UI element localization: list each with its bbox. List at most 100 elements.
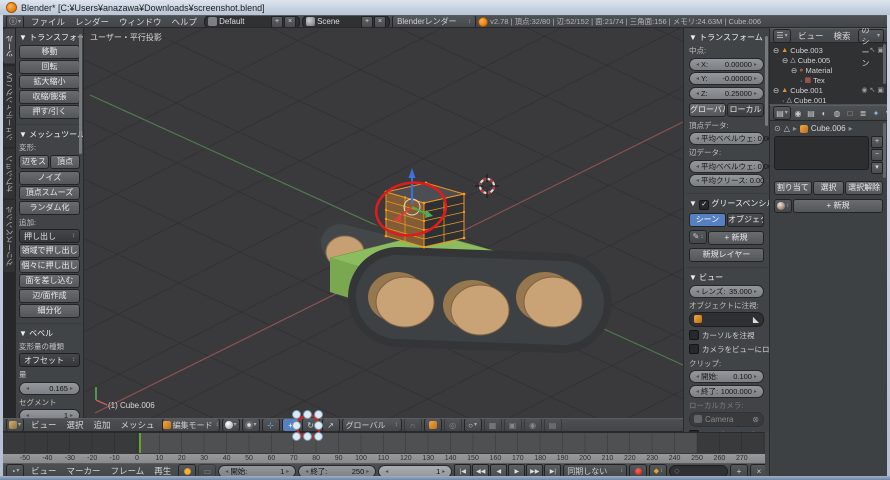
mode-select[interactable]: 編集モード ↕ (162, 418, 220, 432)
window-titlebar[interactable]: Blender* [C:¥Users¥anazawa¥Downloads¥scr… (0, 0, 890, 15)
gp-new-button[interactable]: + 新規 (708, 231, 764, 245)
restrict-camera-icon[interactable]: ▣ (877, 86, 884, 94)
outliner-item-label[interactable]: Cube.005 (798, 56, 831, 65)
properties-tab-scene[interactable]: ◐ (818, 107, 830, 119)
collapse-icon[interactable]: ⊖ (773, 86, 779, 95)
slot-remove-button[interactable]: − (871, 149, 883, 161)
leaf-dot-icon[interactable]: · (800, 76, 803, 85)
bevel-field-0[interactable]: ◂0.165▸ (19, 382, 80, 395)
scene-browse-icon[interactable] (306, 17, 315, 26)
preview-range-icon[interactable] (178, 464, 196, 476)
panel-title[interactable]: ▼ ✓ グリースペンシルレイ (689, 198, 764, 210)
n-panel-scrollbar[interactable] (765, 36, 768, 126)
transform-tool-4[interactable]: 押す/引く (19, 105, 80, 119)
prev-keyframe-icon[interactable]: ◀◀ (472, 464, 489, 476)
viewport-menu-3[interactable]: メッシュ (116, 419, 160, 431)
manipulator-toggle-icon[interactable]: ⊹ (262, 418, 280, 432)
opengl-render-anim-icon[interactable]: ▤ (544, 418, 562, 432)
snap-element-icon[interactable] (424, 418, 442, 432)
outliner-filter-select[interactable]: 全てのシーン▾ (858, 29, 884, 43)
local-camera-field[interactable]: Camera ⊗ (689, 412, 764, 427)
turret-edit-mesh[interactable] (385, 182, 466, 249)
timeline-menu-1[interactable]: マーカー (62, 465, 106, 476)
properties-tab-object[interactable]: □ (844, 107, 856, 119)
auto-keyframe-record-icon[interactable] (629, 464, 647, 476)
keying-set-browse-icon[interactable]: ◆↕ (649, 464, 667, 476)
outliner-scrollbar[interactable] (883, 44, 886, 84)
cursor-3d-widget[interactable] (475, 174, 499, 198)
gp-scene-tab[interactable]: シーン (689, 213, 726, 227)
add-tool-4[interactable]: 細分化 (19, 304, 80, 318)
outliner-item-label[interactable]: Material (806, 66, 833, 75)
extrude-menu-button[interactable]: 押し出し↕ (19, 229, 80, 243)
median-1[interactable]: ◂Y:-0.00000▸ (689, 72, 764, 85)
properties-tab-data[interactable]: ▽ (883, 107, 887, 119)
play-reverse-icon[interactable]: ◀ (490, 464, 507, 476)
next-keyframe-icon[interactable]: ▶▶ (526, 464, 543, 476)
panel-title[interactable]: ▼ メッシュツール (19, 129, 80, 140)
edge-data-1[interactable]: ◂平均クリース:0.00▸ (689, 174, 764, 187)
frame-end-field[interactable]: ◂終了: 250▸ (298, 465, 376, 477)
space-global-button[interactable]: グローバル (689, 103, 726, 117)
editor-type-timeline-icon[interactable]: ◔▾ (6, 464, 24, 476)
properties-tab-modifiers[interactable]: ✦ (870, 107, 882, 119)
slot-add-button[interactable]: + (871, 136, 883, 148)
keying-set-field[interactable]: ◇ (669, 465, 728, 477)
tool-shelf-tab-1[interactable]: シェーディング / UV (3, 66, 16, 147)
panel-title[interactable]: ▼ ビュー (689, 272, 764, 283)
scene-delete-button[interactable]: × (374, 16, 386, 28)
select-mode-vertex-icon[interactable]: ▦ (484, 418, 502, 432)
median-2[interactable]: ◂Z:0.25000▸ (689, 87, 764, 100)
gizmo-z-arrow[interactable] (409, 168, 416, 178)
transform-tool-3[interactable]: 収縮/膨張 (19, 90, 80, 104)
collapse-icon[interactable]: ⊖ (782, 56, 788, 65)
scene-selector[interactable]: Scene + × (302, 15, 390, 28)
checkbox-box[interactable] (689, 344, 699, 354)
assign-button[interactable]: 割り当て (774, 181, 812, 195)
viewport-menu-0[interactable]: ビュー (26, 419, 62, 431)
restrict-eye-icon[interactable]: ◉ (861, 86, 867, 94)
select-button[interactable]: 選択 (813, 181, 845, 195)
transform-tool-2[interactable]: 拡大縮小 (19, 75, 80, 89)
layout-add-button[interactable]: + (271, 16, 283, 28)
width-type-select[interactable]: オフセット↕ (19, 353, 80, 367)
render-engine-select[interactable]: Blenderレンダー↕ (392, 15, 476, 28)
screen-layout-selector[interactable]: Default + × (204, 15, 300, 28)
layout-delete-button[interactable]: × (284, 16, 296, 28)
eyedropper-icon[interactable]: ◣ (753, 315, 759, 324)
editor-type-info-icon[interactable]: ⓘ▾ (6, 15, 24, 28)
collapse-icon[interactable]: ⊖ (773, 46, 779, 55)
vertex-slide-button[interactable]: 頂点 (50, 155, 80, 169)
manipulator-scale-icon[interactable]: ↗ (322, 418, 340, 432)
manipulator-translate-icon[interactable]: + (282, 418, 300, 432)
add-tool-1[interactable]: 個々に押し出し (19, 259, 80, 273)
leaf-dot-icon[interactable]: · (782, 96, 785, 105)
properties-tab-render-layers[interactable]: ▤ (805, 107, 817, 119)
panel-title[interactable]: ▼ ベベル (19, 328, 80, 339)
material-slot-list[interactable] (774, 136, 869, 170)
outliner-menu-0[interactable]: ビュー (793, 30, 829, 42)
outliner-item-label[interactable]: Cube.001 (794, 96, 827, 105)
opengl-render-still-icon[interactable]: ◉ (524, 418, 542, 432)
viewport-menu-2[interactable]: 追加 (89, 419, 116, 431)
layout-browse-icon[interactable] (208, 17, 217, 26)
outliner-row-3[interactable]: ·▦Tex (773, 75, 884, 85)
add-tool-2[interactable]: 面を差し込む (19, 274, 80, 288)
restrict-pointer-icon[interactable]: ↖ (870, 46, 876, 54)
proportional-edit-select[interactable]: ○▾ (464, 418, 482, 432)
snap-toggle-magnet-icon[interactable]: ∩ (404, 418, 422, 432)
lock-frame-icon[interactable]: ▭ (198, 464, 216, 476)
editor-type-outliner-icon[interactable]: ☰▾ (773, 29, 791, 43)
add-tool-0[interactable]: 領域で押し出し (19, 244, 80, 258)
outliner-row-4[interactable]: ⊖▲Cube.001◉↖▣ (773, 85, 884, 95)
restrict-pointer-icon[interactable]: ↖ (870, 86, 876, 94)
deform-tool-1[interactable]: 頂点スムーズ (19, 186, 80, 200)
properties-tab-world[interactable]: ◍ (831, 107, 843, 119)
editor-type-properties-icon[interactable]: ▤▾ (773, 106, 791, 120)
play-icon[interactable]: ▶ (508, 464, 525, 476)
outliner-menu-1[interactable]: 検索 (829, 30, 856, 42)
gp-object-tab[interactable]: オブジェクト (727, 213, 764, 227)
edge-data-0[interactable]: ◂平均ベベルウェ:0.00▸ (689, 160, 764, 173)
lens-field[interactable]: ◂レンズ: 35.000▸ (689, 285, 764, 298)
snap-target-icon[interactable]: ◎ (444, 418, 462, 432)
